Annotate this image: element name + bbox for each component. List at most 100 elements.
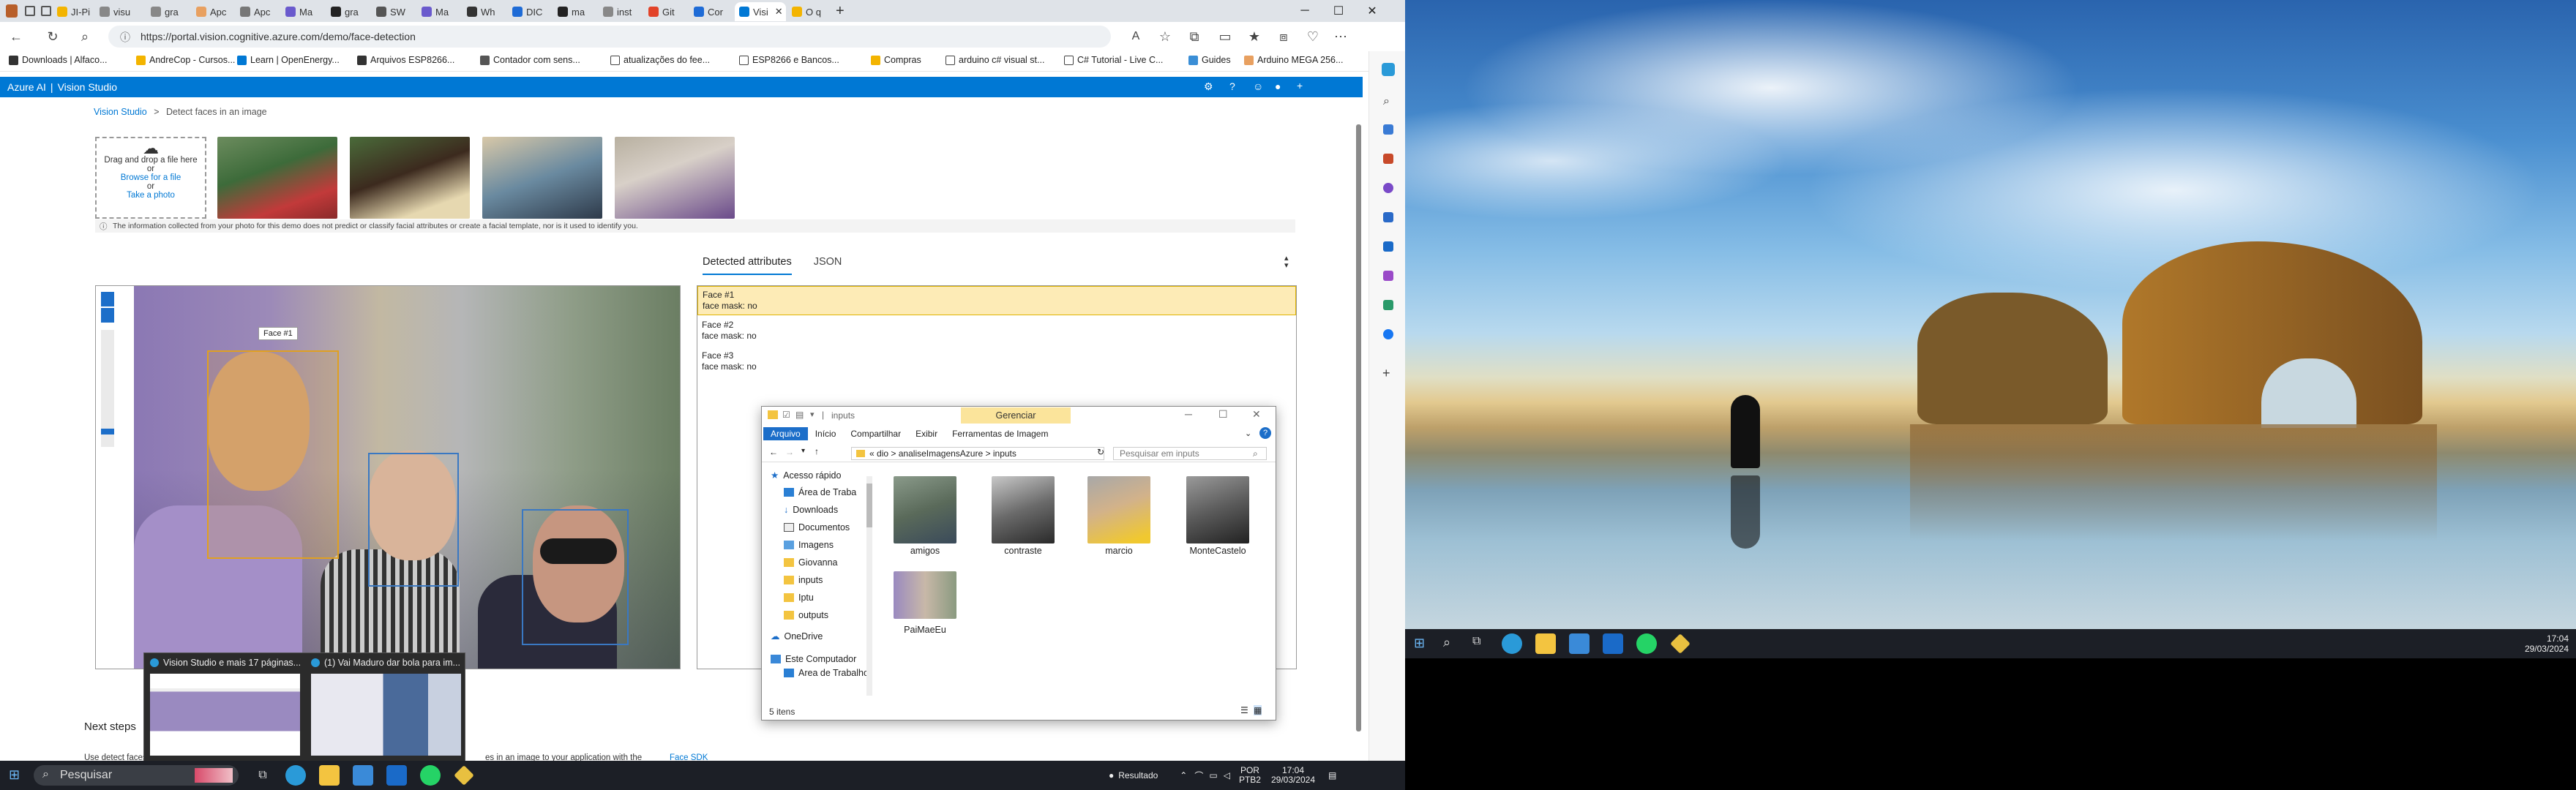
workspaces-icon[interactable] xyxy=(25,6,35,16)
ribbon-tab-file[interactable]: Arquivo xyxy=(763,427,808,440)
file-name[interactable]: PaiMaeEu xyxy=(885,625,965,635)
tab-active-vision-studio[interactable]: Visi ✕ xyxy=(735,2,786,21)
office-icon[interactable] xyxy=(1383,212,1393,222)
page-scrollbar[interactable] xyxy=(1356,124,1361,731)
file-explorer-taskbar-icon[interactable] xyxy=(319,765,340,786)
file-thumb-amigos[interactable] xyxy=(894,476,956,543)
zoom-in-control[interactable] xyxy=(101,292,114,306)
sample-image-3[interactable] xyxy=(482,137,602,219)
tab-11[interactable]: DIC xyxy=(508,2,552,21)
clock-right[interactable]: 17:04 29/03/2024 xyxy=(2503,633,2569,654)
battery-icon[interactable]: ▭ xyxy=(1209,770,1217,780)
ribbon-tab-home[interactable]: Início xyxy=(808,427,844,440)
close-icon[interactable]: ✕ xyxy=(1252,408,1261,421)
path-segment[interactable]: dio xyxy=(877,448,888,459)
face-entry-3[interactable]: Face #3 face mask: no xyxy=(697,347,1296,375)
scroll-arrows-icon[interactable]: ▴ ▾ xyxy=(1284,255,1289,270)
favorite-item[interactable]: Downloads | Alfaco... xyxy=(9,55,108,65)
add-sidebar-app-icon[interactable]: + xyxy=(1382,366,1390,381)
file-explorer-taskbar-icon[interactable] xyxy=(1535,633,1556,654)
nav-quick-access[interactable]: ★ Acesso rápido xyxy=(771,470,841,481)
preview-2-title[interactable]: (1) Vai Maduro dar bola para im... xyxy=(311,658,460,668)
face-box-1[interactable] xyxy=(207,350,339,559)
chevron-down-icon[interactable]: ▾ xyxy=(810,410,815,419)
whatsapp-taskbar-icon[interactable] xyxy=(1636,633,1657,654)
tab-12[interactable]: ma xyxy=(553,2,597,21)
nav-downloads[interactable]: ↓ Downloads xyxy=(784,505,838,515)
zoom-slider-thumb[interactable] xyxy=(101,429,114,434)
recent-locations-icon[interactable]: ▾ xyxy=(801,447,805,455)
tab-json[interactable]: JSON xyxy=(814,256,842,275)
taskbar-search[interactable]: ⌕ Pesquisar xyxy=(34,765,239,786)
tab-13[interactable]: inst xyxy=(599,2,643,21)
details-view-icon[interactable]: ☰ xyxy=(1240,705,1248,715)
upload-dropzone[interactable]: ☁ Drag and drop a file here or Browse fo… xyxy=(95,137,206,219)
nav-folder-iptu[interactable]: Iptu xyxy=(784,592,814,603)
properties-icon[interactable]: ☑ xyxy=(782,410,790,420)
favorite-item[interactable]: ESP8266 e Bancos... xyxy=(739,55,839,65)
edge-taskbar-icon[interactable] xyxy=(285,765,306,786)
favorite-item[interactable]: C# Tutorial - Live C... xyxy=(1064,55,1163,65)
favorite-item[interactable]: Compras xyxy=(871,55,921,65)
tab-detected-attributes[interactable]: Detected attributes xyxy=(703,256,792,275)
volume-icon[interactable]: ◁ xyxy=(1224,770,1230,780)
more-icon[interactable]: + xyxy=(1297,80,1303,91)
manage-context-tab[interactable]: Gerenciar xyxy=(961,407,1071,424)
nav-onedrive[interactable]: ☁ OneDrive xyxy=(771,631,823,642)
tab-10[interactable]: Wh xyxy=(463,2,506,21)
face-box-2[interactable] xyxy=(368,453,459,587)
browser-essentials-icon[interactable]: ♡ xyxy=(1304,28,1322,45)
favorite-star-icon[interactable]: ☆ xyxy=(1156,28,1174,45)
sample-image-1[interactable] xyxy=(217,137,337,219)
shopping-icon[interactable] xyxy=(1383,124,1393,135)
ribbon-tab-image-tools[interactable]: Ferramentas de Imagem xyxy=(945,427,1055,440)
path-segment[interactable]: analiseImagensAzure xyxy=(899,448,983,459)
forward-arrow-icon[interactable]: → xyxy=(785,447,794,457)
read-aloud-icon[interactable]: A xyxy=(1127,28,1145,45)
favorite-item[interactable]: atualizações do fee... xyxy=(610,55,710,65)
minimize-icon[interactable]: ─ xyxy=(1185,408,1192,420)
take-photo-link[interactable]: Take a photo xyxy=(97,191,205,200)
clock[interactable]: 17:04 29/03/2024 xyxy=(1271,766,1315,785)
nav-pictures[interactable]: Imagens xyxy=(784,540,834,550)
games-icon[interactable] xyxy=(1383,183,1393,193)
favorite-item[interactable]: Contador com sens... xyxy=(480,55,580,65)
tab-actions-icon[interactable] xyxy=(41,6,51,16)
file-thumb-marcio[interactable] xyxy=(1087,476,1150,543)
nav-folder-giovanna[interactable]: Giovanna xyxy=(784,557,838,568)
tab-4[interactable]: Apc xyxy=(192,2,236,21)
status-text[interactable]: Resultado xyxy=(1118,770,1158,780)
file-name[interactable]: MonteCastelo xyxy=(1177,546,1258,556)
nav-desktop[interactable]: Área de Traba xyxy=(784,487,856,497)
collections-icon[interactable]: ⧈ xyxy=(1275,28,1292,45)
network-icon[interactable]: ⌒ xyxy=(1194,770,1203,782)
task-view-icon[interactable]: ⧉ xyxy=(1472,635,1480,648)
tab-14[interactable]: Git xyxy=(644,2,688,21)
preview-1-thumbnail[interactable] xyxy=(150,674,300,756)
file-thumb-montecastelo[interactable] xyxy=(1186,476,1249,543)
notifications-icon[interactable]: ▤ xyxy=(1328,770,1336,780)
ribbon-tab-share[interactable]: Compartilhar xyxy=(843,427,908,440)
tab-1[interactable]: JI-Pi xyxy=(53,2,95,21)
file-thumb-paimaeeu[interactable] xyxy=(894,571,956,619)
tab-7[interactable]: gra xyxy=(326,2,370,21)
page-info-icon[interactable]: ⓘ xyxy=(120,30,130,45)
edge-taskbar-icon[interactable] xyxy=(1502,633,1522,654)
favorite-item[interactable]: arduino c# visual st... xyxy=(946,55,1044,65)
favorite-item[interactable]: Guides xyxy=(1188,55,1231,65)
help-icon[interactable]: ? xyxy=(1259,427,1271,439)
app-taskbar-icon[interactable] xyxy=(1670,633,1690,654)
account-icon[interactable]: ● xyxy=(1275,80,1281,92)
product-label[interactable]: Vision Studio xyxy=(58,81,117,93)
back-arrow-icon[interactable]: ← xyxy=(769,447,778,457)
file-name[interactable]: marcio xyxy=(1079,546,1159,556)
favorite-item[interactable]: AndreCop - Cursos... xyxy=(136,55,235,65)
nav-this-pc[interactable]: Este Computador xyxy=(771,654,856,664)
nav-scrollbar[interactable] xyxy=(866,476,872,696)
thumbnails-view-icon[interactable]: ▦ xyxy=(1254,705,1262,715)
language-indicator[interactable]: POR PTB2 xyxy=(1239,766,1261,785)
face-entry-1[interactable]: Face #1 face mask: no xyxy=(697,286,1296,315)
preview-1-title[interactable]: Vision Studio e mais 17 páginas... xyxy=(150,658,301,668)
preview-2-thumbnail[interactable] xyxy=(311,674,461,756)
tray-overflow-icon[interactable]: ⌃ xyxy=(1180,770,1187,780)
